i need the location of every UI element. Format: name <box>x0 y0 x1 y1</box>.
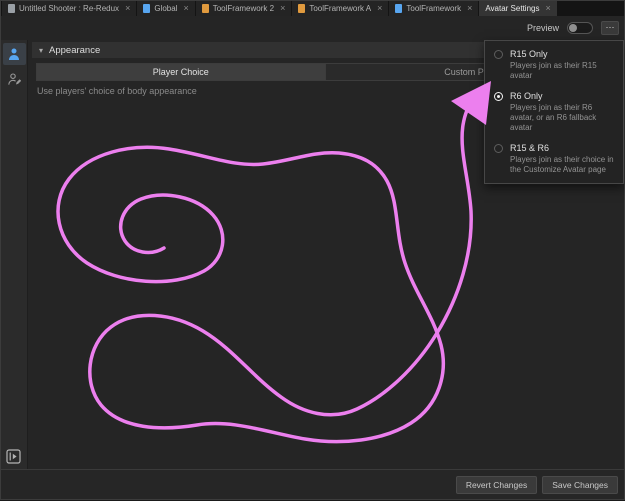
avatar-type-dropdown: R15 Only Players join as their R15 avata… <box>484 40 624 184</box>
preview-toggle[interactable] <box>567 22 593 34</box>
panel-expand-icon <box>6 449 21 464</box>
tab-label: ToolFramework 2 <box>213 4 274 13</box>
tab-label: Avatar Settings <box>485 4 539 13</box>
script-icon <box>395 4 402 13</box>
tab-label: ToolFramework A <box>309 4 371 13</box>
chevron-down-icon[interactable]: ▾ <box>39 46 43 55</box>
option-description: Players join as their R6 avatar, or an R… <box>510 103 615 133</box>
save-changes-button[interactable]: Save Changes <box>542 476 618 494</box>
revert-changes-button[interactable]: Revert Changes <box>456 476 537 494</box>
tab-label: ToolFramework <box>406 4 461 13</box>
option-description: Players join as their choice in the Cust… <box>510 155 615 175</box>
option-r15-and-r6[interactable]: R15 & R6 Players join as their choice in… <box>485 138 623 180</box>
section-title: Appearance <box>49 45 100 56</box>
studio-window: Untitled Shooter : Re-Redux × Global × T… <box>0 0 625 500</box>
preview-toolbar: Preview ⋯ <box>1 16 624 40</box>
document-tabstrip: Untitled Shooter : Re-Redux × Global × T… <box>1 1 624 16</box>
person-edit-icon <box>7 72 21 86</box>
doc-tab-toolframework-a[interactable]: ToolFramework A × <box>292 1 388 16</box>
close-icon[interactable]: × <box>467 4 472 13</box>
footer-bar: Revert Changes Save Changes <box>1 469 624 499</box>
close-icon[interactable]: × <box>183 4 188 13</box>
doc-tab-untitled-shooter[interactable]: Untitled Shooter : Re-Redux × <box>2 1 136 16</box>
tab-player-choice[interactable]: Player Choice <box>37 64 325 80</box>
script-icon <box>8 4 15 13</box>
radio-icon[interactable] <box>494 50 503 59</box>
toggle-knob <box>569 24 577 32</box>
radio-selected-icon[interactable] <box>494 92 503 101</box>
settings-sidebar <box>1 40 28 469</box>
option-description: Players join as their R15 avatar <box>510 61 615 81</box>
option-title: R15 Only <box>510 49 615 59</box>
close-icon[interactable]: × <box>125 4 130 13</box>
preview-label: Preview <box>527 23 559 33</box>
close-icon[interactable]: × <box>545 4 550 13</box>
script-icon <box>298 4 305 13</box>
script-icon <box>143 4 150 13</box>
option-r15-only[interactable]: R15 Only Players join as their R15 avata… <box>485 44 623 86</box>
sidebar-item-avatar-appearance[interactable] <box>3 43 26 65</box>
tab-label: Untitled Shooter : Re-Redux <box>19 4 119 13</box>
radio-icon[interactable] <box>494 144 503 153</box>
sidebar-item-avatar-editor[interactable] <box>3 68 26 90</box>
script-icon <box>202 4 209 13</box>
tab-label: Global <box>154 4 177 13</box>
doc-tab-avatar-settings[interactable]: Avatar Settings × <box>479 1 556 16</box>
doc-tab-global[interactable]: Global × <box>137 1 194 16</box>
close-icon[interactable]: × <box>280 4 285 13</box>
appearance-hint-text: Use players' choice of body appearance <box>37 86 197 96</box>
option-r6-only[interactable]: R6 Only Players join as their R6 avatar,… <box>485 86 623 138</box>
more-options-button[interactable]: ⋯ <box>601 21 619 35</box>
doc-tab-toolframework-2[interactable]: ToolFramework 2 × <box>196 1 292 16</box>
doc-tab-toolframework[interactable]: ToolFramework × <box>389 1 478 16</box>
option-title: R15 & R6 <box>510 143 615 153</box>
option-title: R6 Only <box>510 91 615 101</box>
person-icon <box>7 47 21 61</box>
panel-expand-button[interactable] <box>5 448 22 465</box>
close-icon[interactable]: × <box>377 4 382 13</box>
